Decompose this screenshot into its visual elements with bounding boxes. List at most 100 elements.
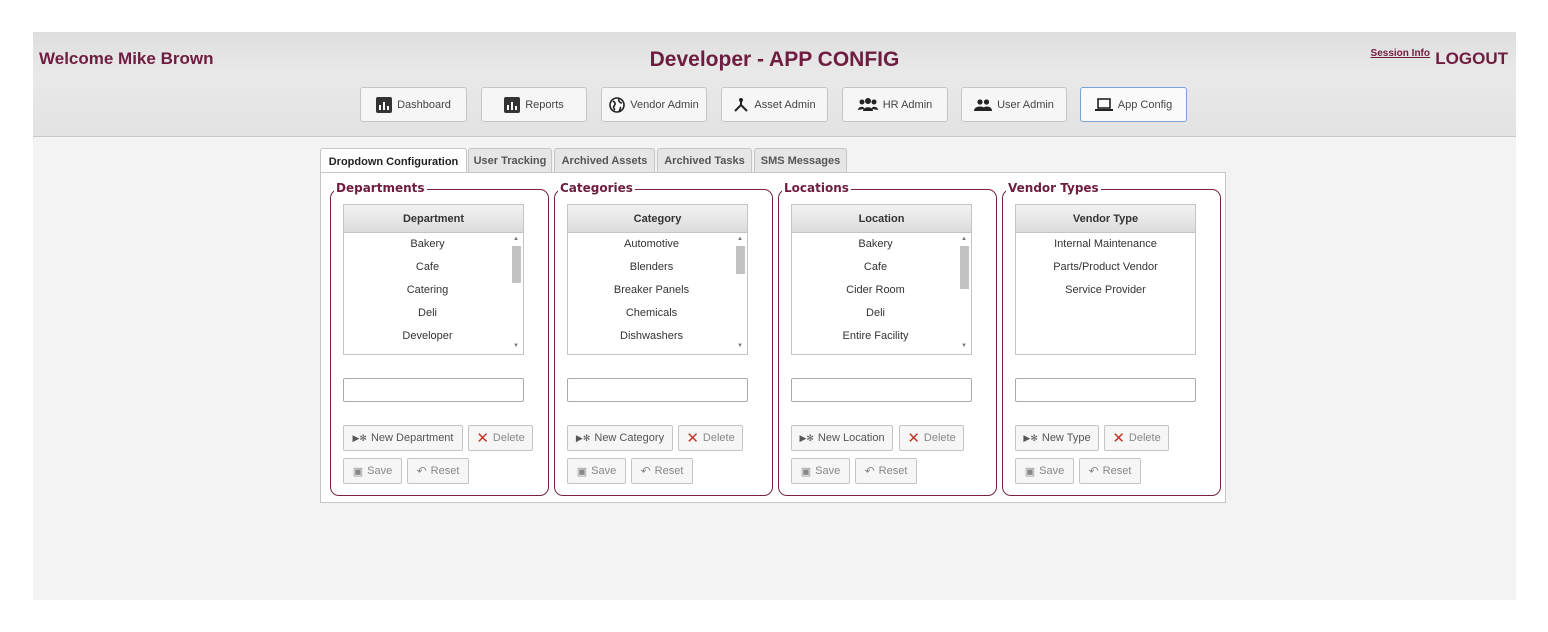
- save-vendor-type-button[interactable]: ▣ Save: [1015, 458, 1074, 484]
- save-department-button[interactable]: ▣ Save: [343, 458, 402, 484]
- fieldset-legend: Vendor Types: [1006, 181, 1101, 195]
- scroll-up-icon[interactable]: ▲: [961, 236, 967, 242]
- new-location-button[interactable]: ▶✻ New Location: [791, 425, 893, 451]
- list-item[interactable]: Entire Facility: [792, 325, 971, 348]
- delete-vendor-type-button[interactable]: ✕ Delete: [1104, 425, 1169, 451]
- categories-fieldset: Categories Category Automotive Blenders …: [554, 181, 773, 496]
- scroll-thumb[interactable]: [736, 246, 745, 274]
- session-info-link[interactable]: Session Info: [1371, 48, 1430, 59]
- column-header: Category: [568, 205, 747, 233]
- globe-icon: [609, 96, 626, 113]
- new-record-icon: ▶✻: [799, 432, 814, 443]
- tab-sms-messages[interactable]: SMS Messages: [754, 148, 847, 172]
- reset-category-button[interactable]: ↶ Reset: [631, 458, 693, 484]
- floppy-disk-icon: ▣: [1024, 465, 1036, 478]
- nav-reports-button[interactable]: Reports: [481, 87, 587, 122]
- delete-x-icon: ✕: [686, 430, 699, 447]
- users-icon: [974, 98, 993, 111]
- column-header: Vendor Type: [1016, 205, 1195, 233]
- new-department-button[interactable]: ▶✻ New Department: [343, 425, 463, 451]
- scroll-down-icon[interactable]: ▼: [737, 343, 743, 349]
- page-title: Developer - APP CONFIG: [649, 48, 900, 71]
- scrollbar[interactable]: ▲ ▼: [735, 234, 746, 352]
- nav-asset-admin-button[interactable]: Asset Admin: [721, 87, 828, 122]
- new-vendor-type-button[interactable]: ▶✻ New Type: [1015, 425, 1099, 451]
- list-item[interactable]: Dishwashers: [568, 325, 747, 348]
- list-item[interactable]: Service Provider: [1016, 279, 1195, 302]
- delete-department-button[interactable]: ✕ Delete: [468, 425, 533, 451]
- list-item[interactable]: Automotive: [568, 233, 747, 256]
- list-item[interactable]: Chemicals: [568, 302, 747, 325]
- tab-archived-assets[interactable]: Archived Assets: [554, 148, 655, 172]
- tab-user-tracking[interactable]: User Tracking: [468, 148, 552, 172]
- reset-vendor-type-button[interactable]: ↶ Reset: [1079, 458, 1141, 484]
- department-list[interactable]: Department Bakery Cafe Catering Deli Dev…: [343, 204, 524, 355]
- reset-department-button[interactable]: ↶ Reset: [407, 458, 469, 484]
- list-item[interactable]: Cider Room: [792, 279, 971, 302]
- save-category-button[interactable]: ▣ Save: [567, 458, 626, 484]
- scroll-thumb[interactable]: [512, 246, 521, 283]
- bar-chart-icon: [504, 96, 521, 113]
- new-record-icon: ▶✻: [1023, 432, 1038, 443]
- scroll-up-icon[interactable]: ▲: [737, 236, 743, 242]
- list-item[interactable]: Cafe: [344, 256, 523, 279]
- list-item[interactable]: Catering: [344, 279, 523, 302]
- vendor-type-name-input[interactable]: [1015, 378, 1196, 402]
- undo-icon: ↶: [640, 464, 651, 478]
- new-record-icon: ▶✻: [575, 432, 591, 443]
- scroll-thumb[interactable]: [960, 246, 969, 289]
- scrollbar[interactable]: ▲ ▼: [511, 234, 522, 352]
- delete-category-button[interactable]: ✕ Delete: [678, 425, 743, 451]
- column-header: Location: [792, 205, 971, 233]
- reset-location-button[interactable]: ↶ Reset: [855, 458, 917, 484]
- category-name-input[interactable]: [567, 378, 748, 402]
- app-shell: Welcome Mike Brown Developer - APP CONFI…: [33, 32, 1516, 600]
- nav-hr-admin-button[interactable]: HR Admin: [842, 87, 948, 122]
- nav-vendor-admin-button[interactable]: Vendor Admin: [601, 87, 707, 122]
- vendor-types-fieldset: Vendor Types Vendor Type Internal Mainte…: [1002, 181, 1221, 496]
- new-record-icon: ▶✻: [352, 432, 367, 443]
- scroll-down-icon[interactable]: ▼: [961, 343, 967, 349]
- nav-label: Vendor Admin: [630, 98, 699, 111]
- list-item[interactable]: Internal Maintenance: [1016, 233, 1195, 256]
- save-location-button[interactable]: ▣ Save: [791, 458, 850, 484]
- list-item[interactable]: Bakery: [792, 233, 971, 256]
- fieldset-legend: Categories: [558, 181, 635, 195]
- scroll-down-icon[interactable]: ▼: [513, 343, 519, 349]
- nav-label: Reports: [525, 98, 564, 111]
- nav-dashboard-button[interactable]: Dashboard: [360, 87, 467, 122]
- location-name-input[interactable]: [791, 378, 972, 402]
- delete-x-icon: ✕: [907, 430, 920, 447]
- bar-chart-icon: [376, 96, 393, 113]
- list-item[interactable]: Deli: [792, 302, 971, 325]
- new-category-button[interactable]: ▶✻ New Category: [567, 425, 673, 451]
- floppy-disk-icon: ▣: [576, 465, 588, 478]
- location-list[interactable]: Location Bakery Cafe Cider Room Deli Ent…: [791, 204, 972, 355]
- list-item[interactable]: Blenders: [568, 256, 747, 279]
- logout-link[interactable]: LOGOUT: [1435, 49, 1508, 69]
- department-name-input[interactable]: [343, 378, 524, 402]
- nav-user-admin-button[interactable]: User Admin: [961, 87, 1067, 122]
- list-item[interactable]: Parts/Product Vendor: [1016, 256, 1195, 279]
- undo-icon: ↶: [1088, 464, 1099, 478]
- fieldset-legend: Departments: [334, 181, 427, 195]
- delete-location-button[interactable]: ✕ Delete: [899, 425, 964, 451]
- list-item[interactable]: Developer: [344, 325, 523, 348]
- list-item[interactable]: Deli: [344, 302, 523, 325]
- list-item[interactable]: Breaker Panels: [568, 279, 747, 302]
- dropdown-configuration-panel: Departments Department Bakery Cafe Cater…: [320, 172, 1226, 503]
- locations-fieldset: Locations Location Bakery Cafe Cider Roo…: [778, 181, 997, 496]
- category-list[interactable]: Category Automotive Blenders Breaker Pan…: [567, 204, 748, 355]
- tab-dropdown-configuration[interactable]: Dropdown Configuration: [320, 148, 467, 174]
- nav-label: Asset Admin: [754, 98, 816, 111]
- vendor-type-list[interactable]: Vendor Type Internal Maintenance Parts/P…: [1015, 204, 1196, 355]
- scroll-up-icon[interactable]: ▲: [513, 236, 519, 242]
- scrollbar[interactable]: ▲ ▼: [959, 234, 970, 352]
- column-header: Department: [344, 205, 523, 233]
- nav-app-config-button[interactable]: App Config: [1080, 87, 1187, 122]
- nav-label: Dashboard: [397, 98, 451, 111]
- list-item[interactable]: Cafe: [792, 256, 971, 279]
- list-item[interactable]: Bakery: [344, 233, 523, 256]
- tab-archived-tasks[interactable]: Archived Tasks: [657, 148, 752, 172]
- undo-icon: ↶: [864, 464, 875, 478]
